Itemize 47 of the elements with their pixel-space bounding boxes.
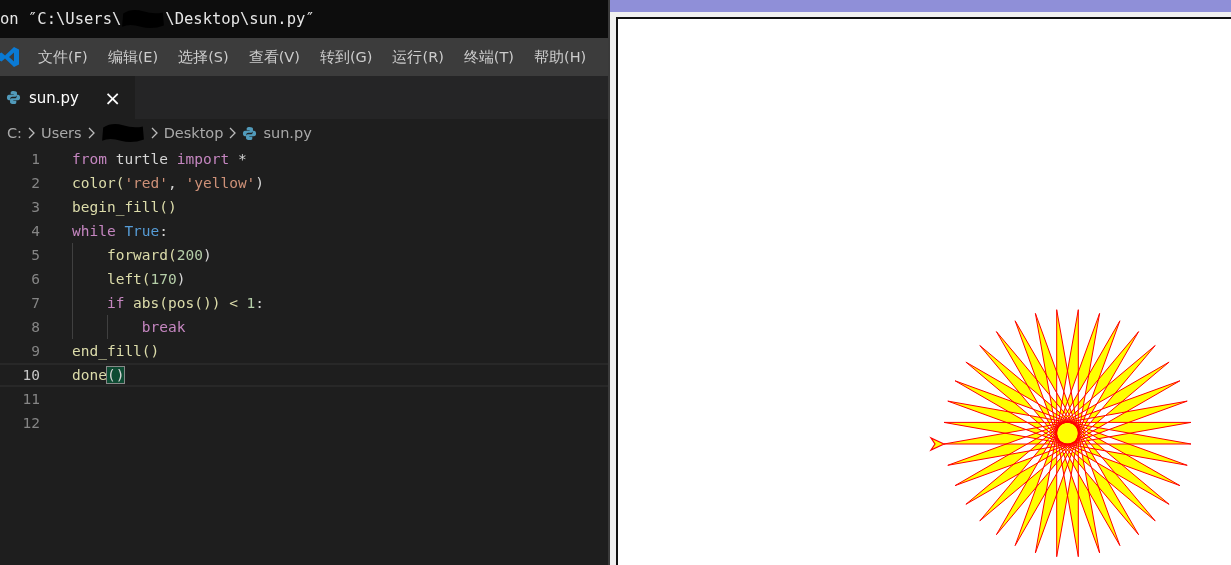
chevron-right-icon [87,127,95,139]
code-line: break [72,315,186,339]
breadcrumb-item[interactable]: Desktop [163,125,224,141]
line-number: 9 [30,343,40,359]
code-line: forward(200) [72,243,212,267]
chevron-right-icon [28,127,35,139]
menu-item[interactable]: 终端(T) [453,38,525,76]
turtle-cursor-icon [929,436,946,452]
code-line: done() [72,366,125,385]
line-number: 8 [30,319,40,335]
python-file-icon [6,90,21,105]
line-number: 10 [21,367,40,383]
line-number: 5 [30,247,40,263]
breadcrumb-item[interactable]: sun.py [263,125,312,141]
window-title: on ″C:\Users\ [0,10,122,28]
chevron-right-icon [229,127,237,139]
code-line: color('red', 'yellow') [72,174,265,193]
python-file-icon [242,125,258,141]
app-logo-icon [0,46,20,68]
code-line: from turtle import * [72,150,247,169]
menu-item[interactable]: 选择(S) [168,38,239,76]
line-number: 11 [21,391,40,407]
code-line: begin_fill() [72,198,177,218]
menu-item[interactable]: 文件(F) [28,38,98,76]
code-line: while True: [72,222,169,241]
menu-item[interactable]: 编辑(E) [97,38,169,76]
code-line: end_fill() [72,342,160,362]
menu-item[interactable]: 运行(R) [382,38,454,76]
breadcrumb-item[interactable]: C: [7,125,22,141]
menu-item[interactable]: 转到(G) [309,38,383,76]
code-line: left(170) [72,267,186,291]
line-number: 3 [30,199,40,215]
window-title: \Desktop\sun.py″ [165,10,315,28]
line-number: 4 [30,223,40,239]
line-number: 12 [21,415,40,431]
line-number: 2 [30,175,40,191]
code-line: if abs(pos()) < 1: [72,291,265,315]
breadcrumb-item[interactable]: Users [41,125,82,141]
line-number: 1 [30,151,40,167]
chevron-right-icon [150,127,158,139]
redaction-mark [100,122,145,144]
close-icon[interactable]: × [104,85,121,110]
menu-item[interactable]: 帮助(H) [524,38,597,76]
menu-item[interactable]: 查看(V) [238,38,310,76]
line-number: 7 [30,295,40,311]
line-number: 6 [30,271,40,287]
editor-tab[interactable]: sun.py × [0,76,135,119]
